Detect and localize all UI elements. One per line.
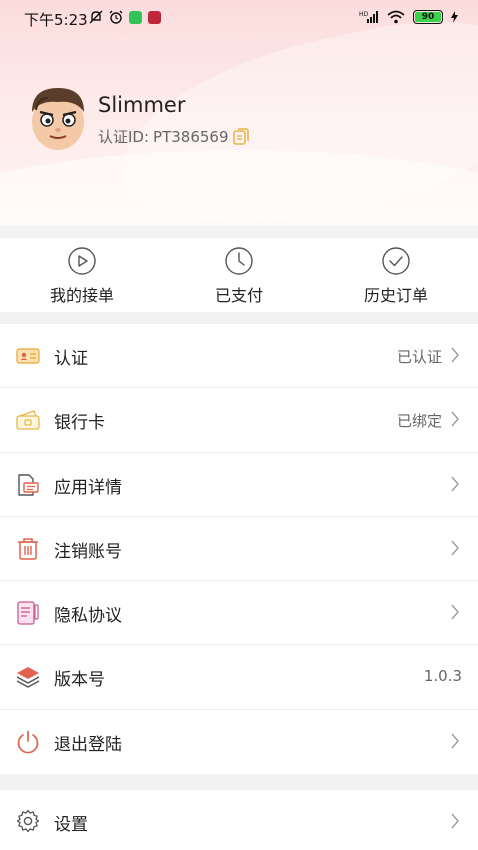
header-decoration xyxy=(0,150,478,226)
cert-id-value: PT386569 xyxy=(153,127,229,146)
power-icon xyxy=(17,730,39,754)
app-notification-icon xyxy=(148,10,161,24)
app-detail-icon xyxy=(18,473,39,496)
chevron-right-icon xyxy=(451,411,459,427)
menu-label: 注销账号 xyxy=(54,541,122,562)
check-circle-icon xyxy=(382,247,410,275)
status-notification-icons xyxy=(89,10,161,24)
menu-value: 已绑定 xyxy=(396,412,442,431)
battery-level: 90 xyxy=(415,12,441,22)
menu-label: 认证 xyxy=(54,349,88,369)
username: Slimmer xyxy=(98,93,186,117)
menu-label: 版本号 xyxy=(54,670,105,691)
copy-icon[interactable] xyxy=(232,128,249,145)
tab-label: 已支付 xyxy=(214,286,263,305)
tab-label: 历史订单 xyxy=(363,286,428,305)
alarm-icon xyxy=(109,10,123,24)
mute-icon xyxy=(89,10,103,24)
menu-item-privacy-policy[interactable]: 隐私协议 xyxy=(0,581,478,646)
chevron-right-icon xyxy=(451,476,459,492)
trash-icon xyxy=(18,538,38,560)
wifi-icon xyxy=(387,10,405,24)
app-notification-icon xyxy=(129,10,142,24)
certification-id: 认证ID: PT386569 xyxy=(98,126,249,147)
chevron-right-icon xyxy=(451,733,459,749)
menu-item-version: 版本号 1.0.3 xyxy=(0,645,478,710)
id-card-icon xyxy=(16,348,40,364)
document-icon xyxy=(17,601,39,625)
menu-list: 认证 已认证 银行卡 已绑定 应用详情 注销账号 隐私协议 版本号 1.0.3 … xyxy=(0,324,478,775)
clock-icon xyxy=(225,247,253,275)
tab-order-history[interactable]: 历史订单 xyxy=(336,246,456,306)
charging-icon xyxy=(451,11,458,23)
status-time: 下午5:23 xyxy=(24,11,88,29)
menu-label: 退出登陆 xyxy=(54,734,122,755)
profile-header: 下午5:23 HD 90 Slimmer 认证ID: PT386569 xyxy=(0,0,478,226)
menu-label: 应用详情 xyxy=(54,477,122,498)
tab-my-orders[interactable]: 我的接单 xyxy=(22,246,142,306)
cert-id-label: 认证ID: xyxy=(98,128,150,146)
avatar[interactable] xyxy=(26,82,90,152)
battery-icon: 90 xyxy=(413,10,443,24)
tab-label: 我的接单 xyxy=(49,286,114,305)
menu-label: 隐私协议 xyxy=(54,606,122,627)
status-system-icons: HD 90 xyxy=(359,10,458,24)
play-circle-icon xyxy=(68,247,96,275)
menu-item-bank-card[interactable]: 银行卡 已绑定 xyxy=(0,388,478,453)
menu-item-certification[interactable]: 认证 已认证 xyxy=(0,324,478,389)
gear-icon xyxy=(16,809,40,833)
menu-value: 已认证 xyxy=(396,348,442,366)
chevron-right-icon xyxy=(451,604,459,620)
menu-label: 设置 xyxy=(54,815,88,835)
menu-item-app-details[interactable]: 应用详情 xyxy=(0,453,478,517)
tab-paid[interactable]: 已支付 xyxy=(179,246,299,306)
menu-label: 银行卡 xyxy=(54,413,105,434)
svg-text:HD: HD xyxy=(359,11,369,18)
quick-tabs: 我的接单 已支付 历史订单 xyxy=(0,238,478,312)
signal-icon: HD xyxy=(359,11,378,23)
menu-item-logout[interactable]: 退出登陆 xyxy=(0,710,478,774)
version-number: 1.0.3 xyxy=(423,667,462,686)
chevron-right-icon xyxy=(451,813,459,829)
layers-icon xyxy=(16,667,40,689)
chevron-right-icon xyxy=(451,347,459,363)
chevron-right-icon xyxy=(451,540,459,556)
menu-item-delete-account[interactable]: 注销账号 xyxy=(0,517,478,582)
bank-card-icon xyxy=(16,410,40,430)
menu-item-settings[interactable]: 设置 xyxy=(0,790,478,850)
status-bar: 下午5:23 HD 90 xyxy=(0,0,478,38)
